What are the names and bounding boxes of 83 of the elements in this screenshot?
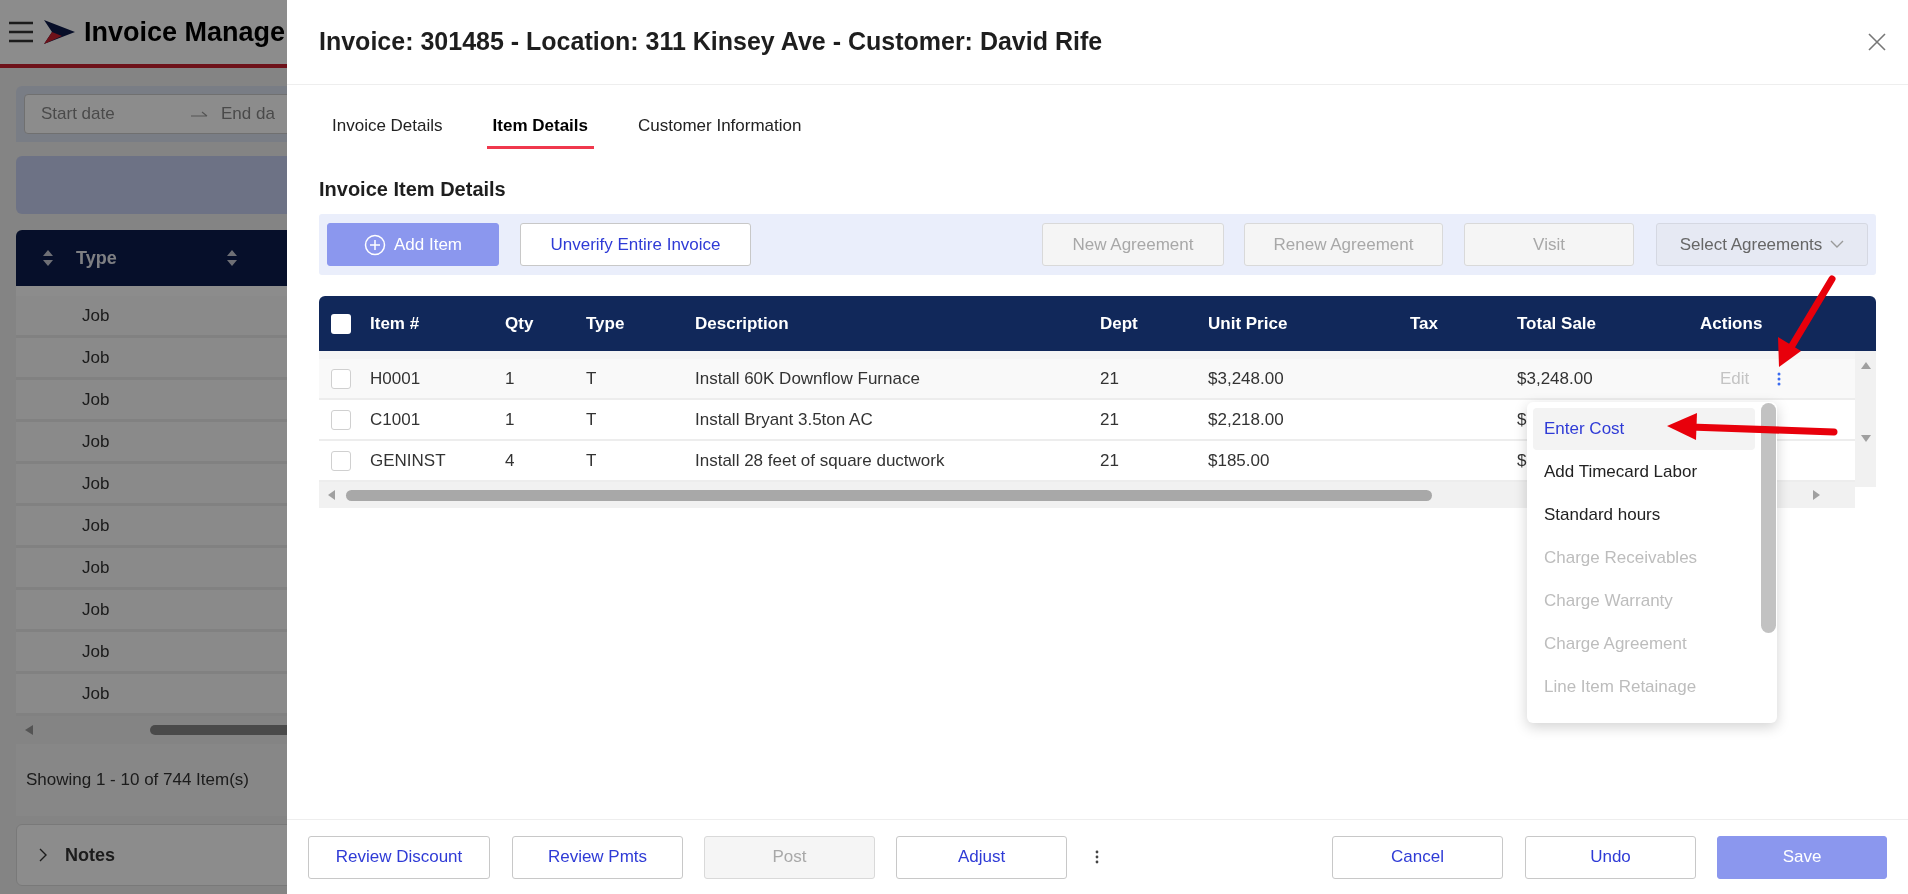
table-cell: 21 [1100, 409, 1119, 429]
action-button[interactable]: Review Pmts [512, 835, 683, 879]
column-header: Item # [370, 312, 421, 335]
table-cell: $3,248.00 [1208, 368, 1284, 388]
chevron-down-icon [1830, 240, 1845, 249]
scroll-up-icon[interactable] [1859, 361, 1872, 370]
table-cell: H0001 [370, 368, 421, 388]
notes-panel[interactable]: Notes [16, 824, 287, 886]
menu-item[interactable]: Enter Cost [1533, 408, 1755, 450]
table-cell: $185.00 [1208, 450, 1270, 470]
table-cell: GENINST [370, 450, 446, 470]
app-title: Invoice Manage [84, 15, 286, 49]
column-header: Tax [1410, 312, 1440, 335]
action-button[interactable]: Cancel [1332, 835, 1503, 879]
action-button[interactable]: Unverify Entire Invoice [520, 223, 751, 266]
table-cell-text: Job [82, 682, 110, 705]
action-button[interactable]: Review Discount [308, 835, 490, 879]
column-header: Description [695, 312, 790, 335]
tab[interactable]: Invoice Details [328, 105, 447, 149]
more-vertical-icon[interactable] [1777, 371, 1782, 386]
table-cell: 21 [1100, 368, 1119, 388]
action-button[interactable]: Save [1717, 835, 1887, 879]
checkbox[interactable] [331, 313, 351, 334]
action-button[interactable]: Add Item [327, 223, 499, 266]
table-cell: T [586, 368, 597, 388]
table-cell-text: Job [82, 598, 110, 621]
sort-icon[interactable] [226, 249, 238, 267]
drawer-title: Invoice: 301485 - Location: 311 Kinsey Ave - Customer: David Rife [319, 26, 1103, 58]
scroll-right-icon[interactable] [1812, 489, 1821, 501]
scroll-down-icon[interactable] [1859, 434, 1872, 443]
table-cell: 21 [1100, 450, 1119, 470]
table-cell: T [586, 409, 597, 429]
date-range-field[interactable]: Start date End da [24, 94, 287, 134]
chevron-right-icon [39, 848, 47, 862]
checkbox[interactable] [331, 450, 351, 471]
section-title: Invoice Item Details [319, 177, 506, 202]
table-cell-text: Job [82, 304, 110, 327]
table-cell: $ [1517, 409, 1527, 429]
scroll-left-icon[interactable] [24, 724, 34, 736]
table-cell: $ [1517, 450, 1527, 470]
checkbox[interactable] [331, 409, 351, 430]
action-button[interactable]: Adjust [896, 835, 1067, 879]
table-cell: Install 28 feet of square ductwork [695, 450, 945, 470]
sort-icon[interactable] [42, 249, 54, 267]
table-cell: 1 [505, 368, 515, 388]
table-cell-text: Job [82, 556, 110, 579]
plus-circle-icon [363, 233, 386, 256]
more-vertical-icon[interactable] [1095, 850, 1099, 864]
close-icon[interactable] [1868, 33, 1886, 51]
table-cell-text: Job [82, 388, 110, 411]
table-cell: T [586, 450, 597, 470]
column-header: Type [586, 312, 626, 335]
table-cell-text: Job [82, 514, 110, 537]
action-button[interactable]: Undo [1525, 835, 1696, 879]
scroll-left-icon[interactable] [327, 489, 336, 501]
table-header: Type [16, 230, 287, 286]
column-header: Unit Price [1208, 312, 1289, 335]
table-cell-text: Job [82, 640, 110, 663]
column-header: Total Sale [1517, 312, 1598, 335]
table-cell-text: Job [82, 346, 110, 369]
column-header: Actions [1700, 312, 1764, 335]
scrollbar[interactable] [346, 489, 1432, 501]
table-cell-text: Job [82, 430, 110, 453]
menu-icon[interactable] [8, 21, 34, 43]
checkbox[interactable] [331, 368, 351, 389]
column-header: Qty [505, 312, 535, 335]
pagination-text: Showing 1 - 10 of 744 Item(s) [26, 769, 249, 792]
tab[interactable]: Item Details [486, 105, 594, 149]
table-cell: 4 [505, 450, 515, 470]
table-cell: 1 [505, 409, 515, 429]
column-header: Dept [1100, 312, 1139, 335]
menu-item[interactable]: Add Timecard Labor [1533, 451, 1755, 493]
table-cell-text: Job [82, 472, 110, 495]
menu-scrollbar[interactable] [1761, 403, 1776, 633]
table-cell: $2,218.00 [1208, 409, 1284, 429]
logo-icon [42, 19, 76, 45]
arrow-right-icon [191, 110, 209, 118]
table-cell: Install 60K Downflow Furnace [695, 368, 920, 388]
tab[interactable]: Customer Information [634, 105, 806, 149]
table-cell: $3,248.00 [1517, 368, 1593, 388]
table-cell: C1001 [370, 409, 421, 429]
menu-item[interactable]: Standard hours [1533, 494, 1755, 536]
table-cell: Install Bryant 3.5ton AC [695, 409, 873, 429]
